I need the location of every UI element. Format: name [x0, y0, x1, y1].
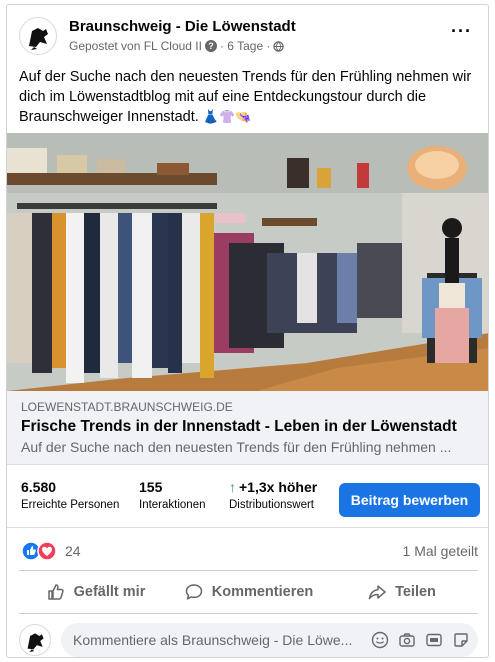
interactions-label: Interaktionen — [139, 499, 206, 511]
link-description: Auf der Suche nach den neuesten Trends f… — [21, 439, 452, 455]
emoji-icon[interactable] — [371, 631, 389, 649]
post-emojis: 👗👚👒 — [202, 109, 252, 124]
reach-label: Erreichte Personen — [21, 499, 120, 511]
comment-input[interactable]: Kommentiere als Braunschweig - Die Löwe.… — [61, 623, 478, 657]
comment-tools — [371, 631, 470, 649]
camera-icon[interactable] — [398, 631, 416, 649]
thumbs-up-icon — [47, 584, 64, 600]
interactions-stat[interactable]: 155 Interaktionen — [139, 479, 206, 511]
post-card: Braunschweig - Die Löwenstadt Gepostet v… — [6, 4, 489, 658]
info-icon[interactable]: ? — [204, 40, 217, 52]
post-text: Auf der Suche nach den neuesten Trends f… — [19, 67, 479, 127]
share-button[interactable]: Teilen — [325, 571, 478, 613]
comment-icon — [185, 584, 202, 600]
like-button[interactable]: Gefällt mir — [19, 571, 172, 613]
posted-by: Gepostet von FL Cloud II — [69, 39, 202, 53]
lion-logo-icon — [27, 633, 44, 652]
lion-logo-icon — [29, 28, 48, 50]
post-time[interactable]: · 6 Tage · — [220, 39, 270, 53]
share-icon — [368, 585, 386, 600]
boost-post-button[interactable]: Beitrag bewerben — [339, 483, 480, 517]
share-count[interactable]: 1 Mal geteilt — [403, 543, 478, 559]
comment-label: Kommentieren — [211, 584, 314, 600]
post-meta: Gepostet von FL Cloud II ? · 6 Tage · — [69, 39, 285, 53]
post-header: Braunschweig - Die Löwenstadt Gepostet v… — [19, 15, 476, 63]
reaction-icons[interactable] — [21, 541, 57, 561]
distribution-label: Distributionswert — [229, 499, 314, 511]
arrow-up-icon: ↑ — [229, 479, 236, 495]
share-label: Teilen — [395, 584, 436, 600]
comment-placeholder: Kommentiere als Braunschweig - Die Löwe.… — [73, 632, 353, 648]
reactions-bar: 24 1 Mal geteilt — [7, 537, 488, 567]
globe-icon — [273, 40, 285, 52]
sticker-icon[interactable] — [452, 631, 470, 649]
reach-stat[interactable]: 6.580 Erreichte Personen — [21, 479, 119, 511]
store-interior-photo — [7, 133, 488, 391]
like-label: Gefällt mir — [73, 584, 146, 600]
reach-value: 6.580 — [21, 479, 57, 495]
link-title[interactable]: Frische Trends in der Innenstadt - Leben… — [21, 418, 457, 436]
distribution-row: ↑ +1,3x höher — [229, 479, 317, 495]
post-image[interactable] — [7, 133, 488, 391]
action-bar: Gefällt mir Kommentieren Teilen — [19, 570, 478, 614]
post-insights: 6.580 Erreichte Personen 155 Interaktion… — [7, 466, 488, 528]
gif-icon[interactable] — [425, 631, 443, 649]
distribution-stat[interactable]: ↑ +1,3x höher Distributionswert — [229, 479, 317, 511]
link-domain: LOEWENSTADT.BRAUNSCHWEIG.DE — [21, 400, 233, 414]
link-preview[interactable]: LOEWENSTADT.BRAUNSCHWEIG.DE Frische Tren… — [7, 391, 488, 465]
distribution-value: +1,3x höher — [239, 479, 318, 495]
commenter-avatar[interactable] — [19, 624, 51, 656]
love-icon — [37, 541, 57, 561]
comment-composer: Kommentiere als Braunschweig - Die Löwe.… — [19, 623, 478, 657]
interactions-value: 155 — [139, 479, 163, 495]
comment-button[interactable]: Kommentieren — [172, 571, 325, 613]
reaction-count[interactable]: 24 — [65, 543, 81, 559]
page-name[interactable]: Braunschweig - Die Löwenstadt — [69, 18, 296, 35]
page-avatar[interactable] — [19, 17, 57, 55]
more-options-button[interactable]: ··· — [451, 21, 472, 42]
